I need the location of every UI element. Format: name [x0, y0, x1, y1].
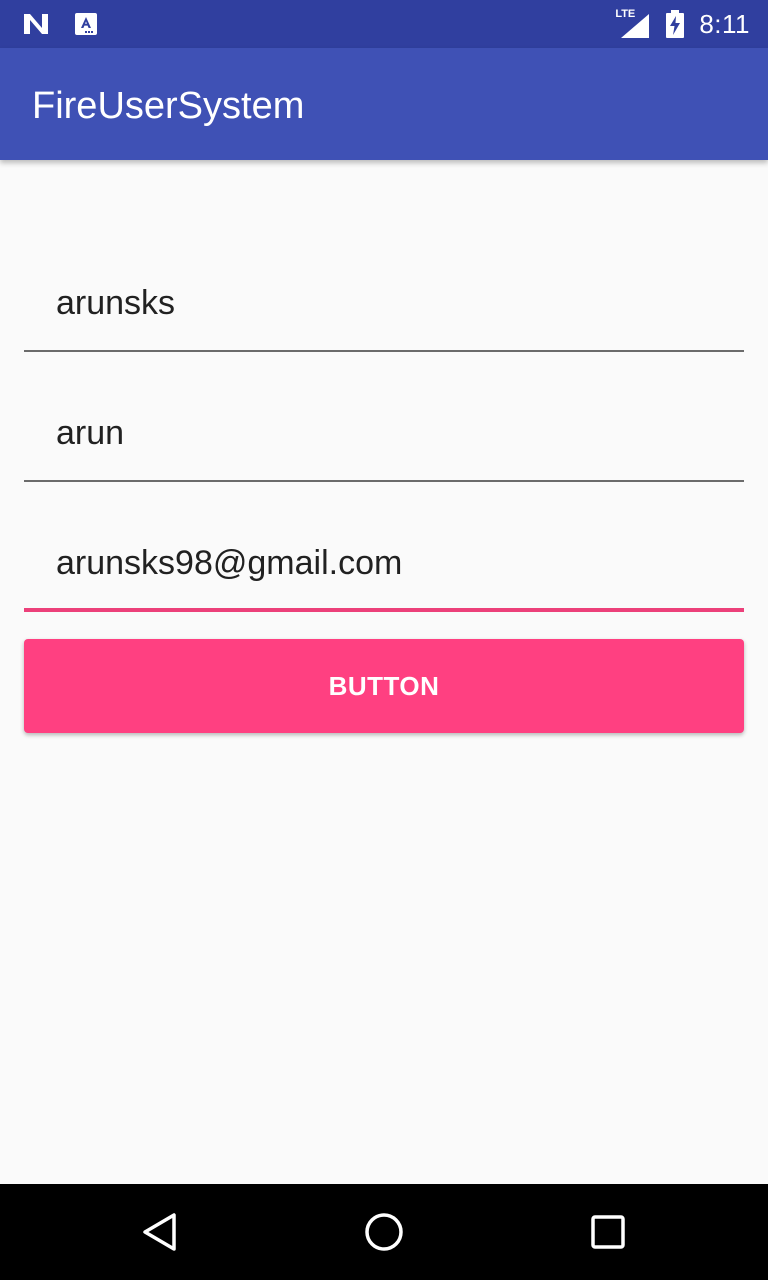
- status-left-icons: [22, 12, 122, 36]
- n-brand-icon: [24, 14, 48, 34]
- email-field[interactable]: [24, 516, 744, 612]
- app-title: FireUserSystem: [32, 85, 305, 127]
- recents-icon: [591, 1215, 625, 1249]
- back-button[interactable]: [136, 1208, 184, 1256]
- email-input[interactable]: [24, 516, 744, 610]
- username-input[interactable]: [24, 256, 744, 350]
- name-underline: [24, 480, 744, 482]
- status-right-icons: LTE 8:11: [615, 8, 750, 40]
- navigation-bar: [0, 1184, 768, 1280]
- back-icon: [143, 1213, 176, 1251]
- status-clock: 8:11: [699, 8, 750, 39]
- username-field[interactable]: [24, 256, 744, 352]
- cell-signal-icon: [621, 14, 650, 38]
- recents-button[interactable]: [584, 1208, 632, 1256]
- email-underline-focused: [24, 608, 744, 612]
- username-underline: [24, 350, 744, 352]
- status-bar: LTE 8:11: [0, 0, 768, 48]
- battery-charging-icon: [666, 10, 685, 38]
- home-icon: [365, 1213, 403, 1251]
- name-field[interactable]: [24, 386, 744, 482]
- name-input[interactable]: [24, 386, 744, 480]
- app-bar: FireUserSystem: [0, 48, 768, 160]
- submit-button[interactable]: BUTTON: [24, 639, 744, 733]
- home-button[interactable]: [360, 1208, 408, 1256]
- keyboard-a-icon: [75, 13, 97, 35]
- signal-indicator: LTE: [615, 8, 651, 40]
